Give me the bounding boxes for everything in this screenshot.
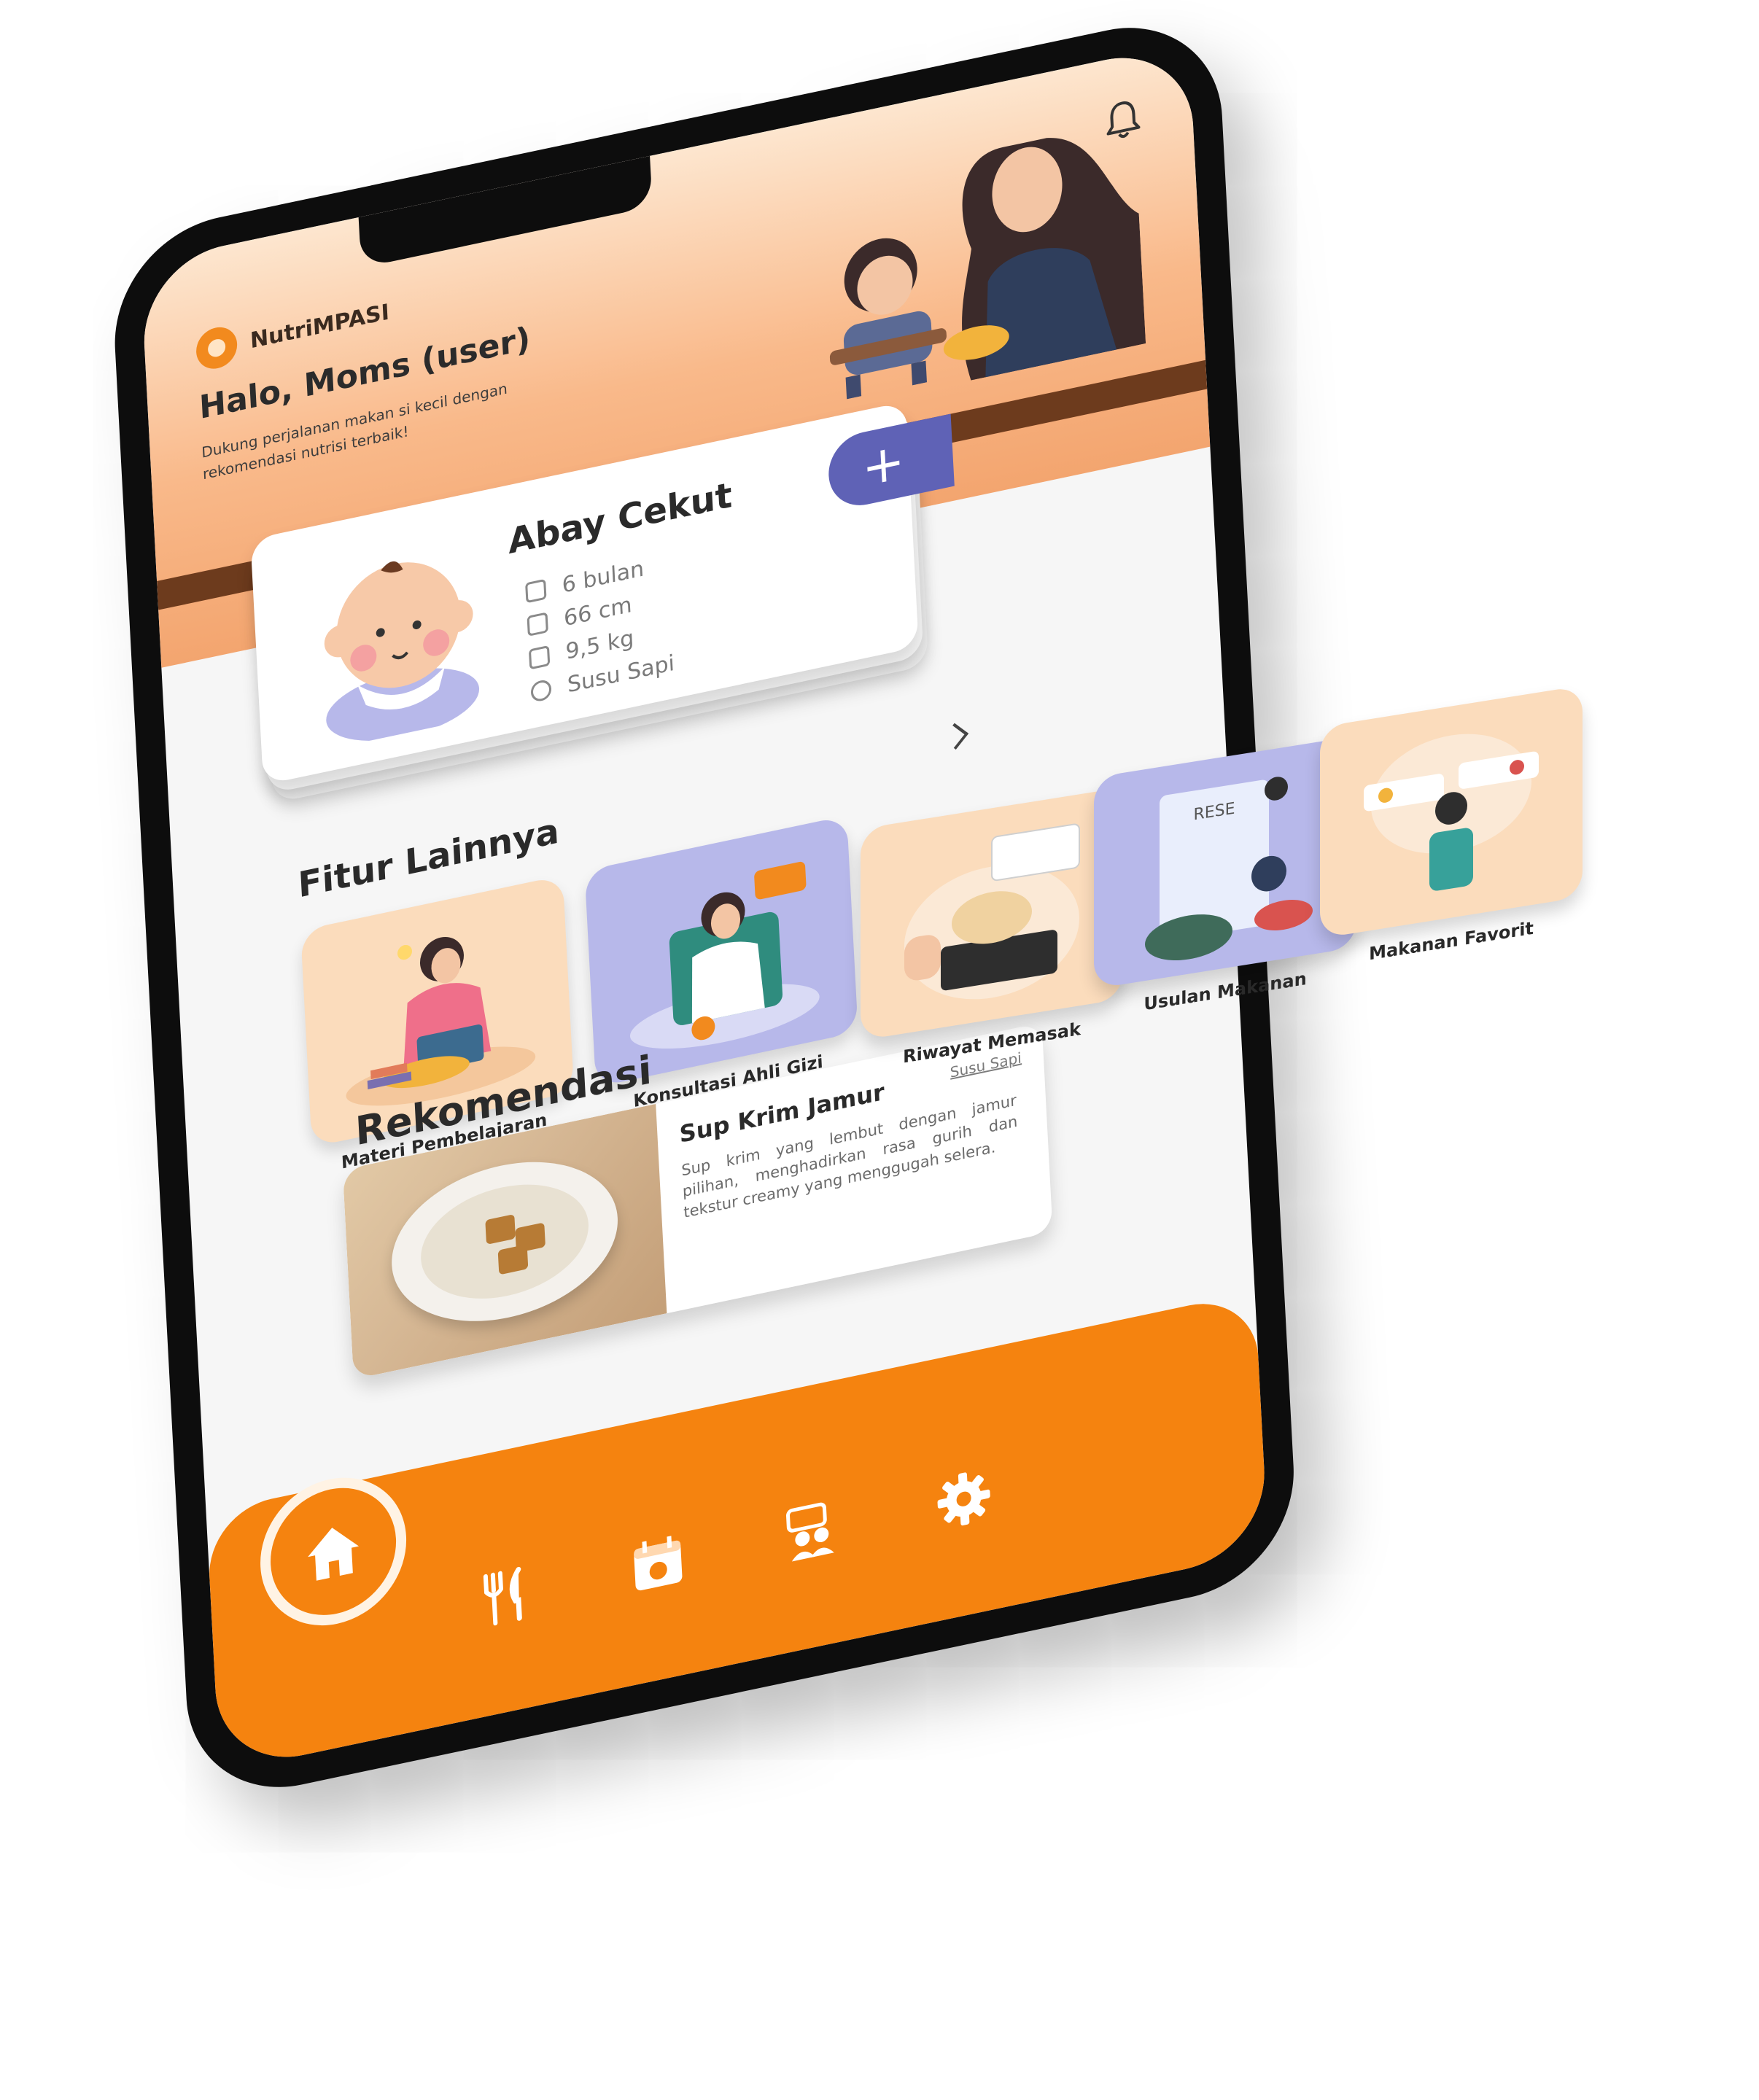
feature-makanan-favorit[interactable]: Makanan Favorit: [1320, 685, 1583, 972]
mockup-scene: NutriMPASI Halo, Moms (user) Dukung perj…: [0, 0, 1759, 1966]
food-suggestion-illustration: RESE: [1145, 777, 1313, 961]
feature-usulan-makanan[interactable]: RESE Usulan Makanan: [1094, 736, 1356, 1022]
cooking-history-illustration: [904, 823, 1080, 1000]
floating-features: Riwayat Memasak RESE Usulan Makanan Maka…: [0, 0, 1759, 2100]
favorite-food-illustration: [1364, 734, 1539, 891]
feature-riwayat-memasak[interactable]: Riwayat Memasak: [861, 787, 1123, 1074]
feature-tile: [861, 787, 1123, 1041]
feature-tile: [1320, 685, 1583, 939]
feature-tile: RESE: [1094, 736, 1356, 989]
